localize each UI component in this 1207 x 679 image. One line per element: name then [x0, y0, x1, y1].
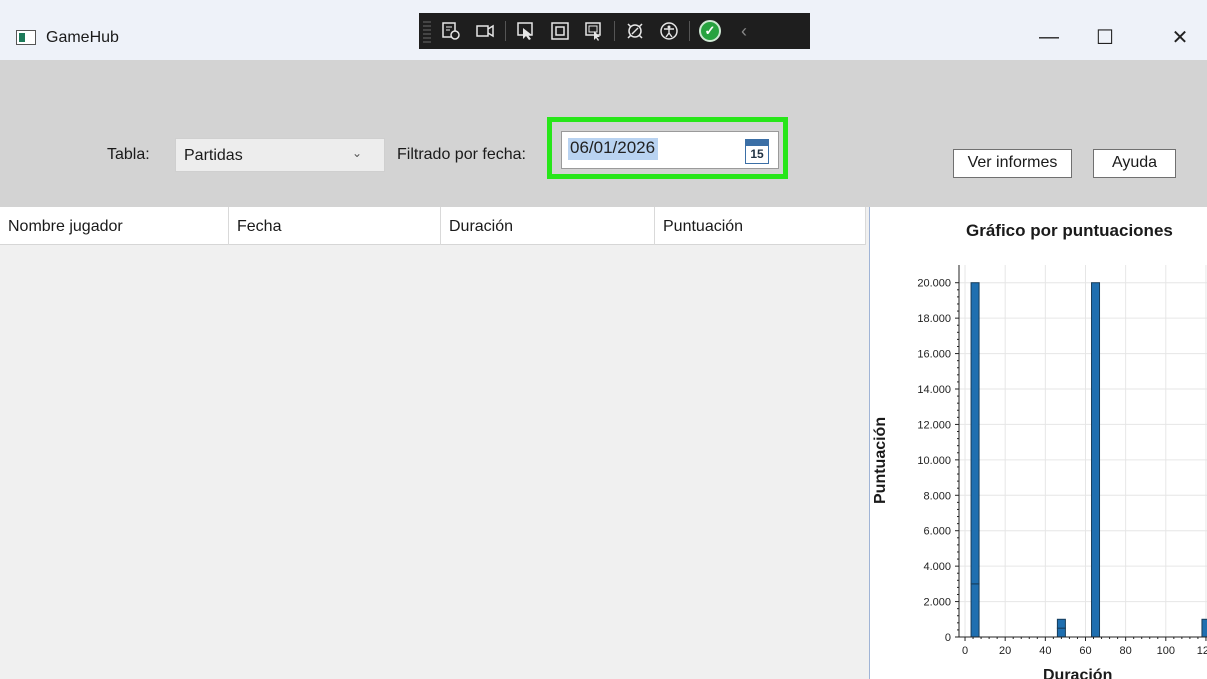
bar-1-segment-1 — [1056, 618, 1066, 629]
help-button[interactable]: Ayuda — [1093, 149, 1176, 178]
bar-1-segment-0 — [1056, 627, 1066, 638]
bar-3-segment-0 — [1201, 618, 1207, 638]
data-grid[interactable]: Nombre jugador Fecha Duración Puntuación — [0, 207, 870, 679]
maximize-button[interactable]: ☐ — [1082, 20, 1128, 54]
title-bar: GameHub ✓ ‹ — ☐ ✕ — [0, 0, 1207, 60]
y-tick-label: 20.000 — [917, 278, 951, 290]
record-icon[interactable] — [471, 18, 499, 44]
y-tick-label: 16.000 — [917, 349, 951, 361]
column-header-date[interactable]: Fecha — [229, 207, 441, 245]
close-button[interactable]: ✕ — [1157, 20, 1203, 54]
y-tick-label: 4.000 — [923, 561, 951, 573]
y-tick-label: 18.000 — [917, 313, 951, 325]
select-element-icon[interactable] — [512, 18, 540, 44]
app-icon — [16, 30, 36, 45]
live-visual-tree-icon[interactable] — [437, 18, 465, 44]
calendar-day: 15 — [750, 147, 764, 161]
binding-failures-icon[interactable] — [621, 18, 649, 44]
table-select-value: Partidas — [184, 147, 243, 164]
date-input[interactable]: 06/01/2026 — [568, 138, 659, 160]
date-filter-label: Filtrado por fecha: — [397, 146, 526, 163]
devtools-separator — [614, 21, 615, 41]
layout-adorner-icon[interactable] — [546, 18, 574, 44]
x-tick-label: 60 — [1079, 645, 1091, 657]
devtools-separator — [505, 21, 506, 41]
table-label: Tabla: — [107, 146, 150, 163]
bar-0-segment-0 — [970, 583, 980, 638]
y-tick-label: 6.000 — [923, 526, 951, 538]
y-tick-label: 0 — [945, 632, 951, 644]
chart-x-label: Duración — [1043, 667, 1113, 679]
collapse-icon[interactable]: ‹ — [730, 18, 758, 44]
y-tick-label: 8.000 — [923, 490, 951, 502]
devtools-separator — [689, 21, 690, 41]
chart-plot: 0 2.000 4.000 6.000 8.000 10.000 12.000 14.000 1… — [917, 265, 1207, 657]
y-tick-label: 12.000 — [917, 419, 951, 431]
y-tick-label: 14.000 — [917, 384, 951, 396]
x-tick-label: 120 — [1197, 645, 1207, 657]
chevron-down-icon: ⌄ — [351, 146, 362, 160]
x-tick-label: 100 — [1157, 645, 1175, 657]
x-tick-label: 80 — [1120, 645, 1132, 657]
score-chart: Gráfico por puntuaciones Puntuación 0 2.0… — [870, 207, 1207, 679]
column-header-duration[interactable]: Duración — [441, 207, 655, 245]
table-select[interactable]: Partidas ⌄ — [175, 138, 385, 172]
bar-2-segment-0 — [1091, 282, 1101, 638]
y-tick-label: 2.000 — [923, 597, 951, 609]
window-title: GameHub — [46, 29, 119, 46]
x-tick-label: 0 — [962, 645, 968, 657]
x-tick-label: 40 — [1039, 645, 1051, 657]
date-picker[interactable]: 06/01/2026 15 — [561, 131, 779, 169]
track-focus-icon[interactable] — [580, 18, 608, 44]
y-tick-label: 10.000 — [917, 455, 951, 467]
bar-0-segment-1 — [970, 282, 980, 585]
grid-header: Nombre jugador Fecha Duración Puntuación — [0, 207, 866, 245]
calendar-icon[interactable]: 15 — [745, 139, 769, 164]
devtools-toolbar: ✓ ‹ — [419, 13, 810, 49]
accessibility-icon[interactable] — [655, 18, 683, 44]
ok-status-icon[interactable]: ✓ — [696, 18, 724, 44]
devtools-grip[interactable] — [423, 19, 431, 43]
minimize-button[interactable]: — — [1026, 20, 1072, 54]
x-tick-label: 20 — [999, 645, 1011, 657]
reports-button[interactable]: Ver informes — [953, 149, 1072, 178]
column-header-player[interactable]: Nombre jugador — [0, 207, 229, 245]
column-header-score[interactable]: Puntuación — [655, 207, 866, 245]
